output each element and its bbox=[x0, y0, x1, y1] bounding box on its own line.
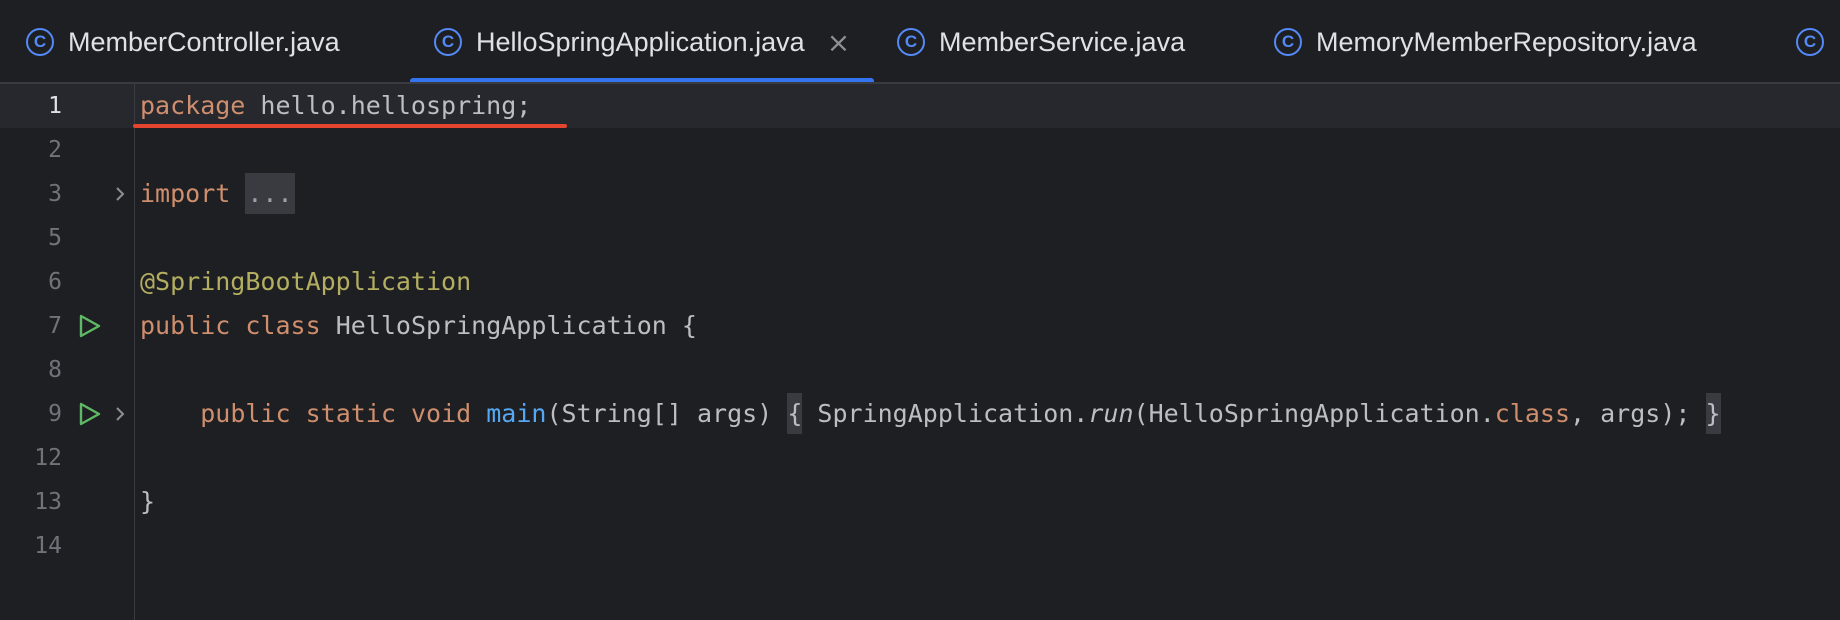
run-play-icon[interactable] bbox=[76, 401, 102, 427]
code-line[interactable]: 5 bbox=[0, 216, 1840, 260]
code-line[interactable]: 9 public static void main(String[] args)… bbox=[0, 392, 1840, 436]
line-number: 2 bbox=[48, 137, 62, 163]
closing-brace: } bbox=[140, 487, 156, 516]
tab-member-service[interactable]: C MemberService.java bbox=[897, 0, 1186, 82]
keyword-package: package bbox=[140, 91, 246, 120]
chevron-right-icon[interactable] bbox=[113, 404, 127, 424]
method-params: (String[] args) bbox=[546, 399, 773, 428]
code-editor[interactable]: 1 package hello.hellospring; 2 3 import … bbox=[0, 84, 1840, 620]
code-line[interactable]: 12 bbox=[0, 436, 1840, 480]
code-line[interactable]: 6 @SpringBootApplication bbox=[0, 260, 1840, 304]
call-object: SpringApplication. bbox=[802, 399, 1089, 428]
code-text[interactable]: } bbox=[140, 480, 155, 524]
line-number: 14 bbox=[34, 533, 62, 559]
method-name: main bbox=[486, 399, 547, 428]
code-line[interactable]: 2 bbox=[0, 128, 1840, 172]
keyword-class: class bbox=[245, 311, 321, 340]
code-text[interactable]: package hello.hellospring; bbox=[140, 84, 531, 128]
code-line[interactable]: 7 public class HelloSpringApplication { bbox=[0, 304, 1840, 348]
tab-label: MemberController.java bbox=[68, 26, 340, 57]
keyword-static: static bbox=[305, 399, 396, 428]
line-number: 9 bbox=[48, 401, 62, 427]
code-line[interactable]: 14 bbox=[0, 524, 1840, 568]
class-c-icon: C bbox=[897, 28, 925, 56]
line-number: 6 bbox=[48, 269, 62, 295]
line-number: 13 bbox=[34, 489, 62, 515]
folded-close-brace[interactable]: } bbox=[1705, 393, 1721, 434]
class-c-icon: C bbox=[1796, 28, 1824, 56]
keyword-void: void bbox=[410, 399, 472, 428]
tab-member-controller[interactable]: C MemberController.java bbox=[26, 0, 340, 82]
call-arg-end: , args); bbox=[1570, 399, 1691, 428]
chevron-right-icon[interactable] bbox=[113, 184, 127, 204]
code-text[interactable]: public class HelloSpringApplication { bbox=[140, 304, 697, 348]
tab-label: HelloSpringApplication.java bbox=[476, 26, 805, 57]
code-text[interactable]: @SpringBootApplication bbox=[140, 260, 471, 304]
editor-tab-bar: C MemberController.java C HelloSpringApp… bbox=[0, 0, 1840, 84]
class-declaration: HelloSpringApplication { bbox=[320, 311, 697, 340]
keyword-class-literal: class bbox=[1494, 399, 1571, 428]
keyword-import: import bbox=[140, 179, 231, 208]
code-text[interactable]: import ... bbox=[140, 172, 295, 216]
line-number: 7 bbox=[48, 313, 62, 339]
folded-imports[interactable]: ... bbox=[245, 173, 295, 214]
annotation: @SpringBootApplication bbox=[140, 267, 472, 296]
package-name: hello.hellospring; bbox=[245, 91, 532, 120]
line-number: 5 bbox=[48, 225, 62, 251]
line-number: 8 bbox=[48, 357, 62, 383]
folded-open-brace[interactable]: { bbox=[787, 393, 803, 434]
tab-label: MemoryMemberRepository.java bbox=[1316, 26, 1697, 57]
tab-overflow-partial[interactable]: C bbox=[1796, 0, 1838, 82]
tab-label: MemberService.java bbox=[939, 26, 1186, 57]
keyword-public: public bbox=[200, 399, 291, 428]
class-c-icon: C bbox=[26, 28, 54, 56]
code-text[interactable]: public static void main(String[] args) {… bbox=[140, 392, 1721, 436]
close-icon[interactable]: × bbox=[827, 26, 850, 59]
class-c-icon: C bbox=[1274, 28, 1302, 56]
line-number: 12 bbox=[34, 445, 62, 471]
keyword-public: public bbox=[140, 311, 231, 340]
code-line[interactable]: 13 } bbox=[0, 480, 1840, 524]
class-c-icon: C bbox=[434, 28, 462, 56]
tab-memory-member-repository[interactable]: C MemoryMemberRepository.java bbox=[1274, 0, 1697, 82]
line-number: 3 bbox=[48, 181, 62, 207]
code-line[interactable]: 8 bbox=[0, 348, 1840, 392]
code-line[interactable]: 3 import ... bbox=[0, 172, 1840, 216]
line-number: 1 bbox=[48, 93, 62, 119]
run-play-icon[interactable] bbox=[76, 313, 102, 339]
code-line[interactable]: 1 package hello.hellospring; bbox=[0, 84, 1840, 128]
call-method: run bbox=[1088, 399, 1134, 428]
tab-hello-spring-application[interactable]: C HelloSpringApplication.java × bbox=[434, 0, 850, 82]
call-arg-start: (HelloSpringApplication. bbox=[1133, 399, 1495, 428]
